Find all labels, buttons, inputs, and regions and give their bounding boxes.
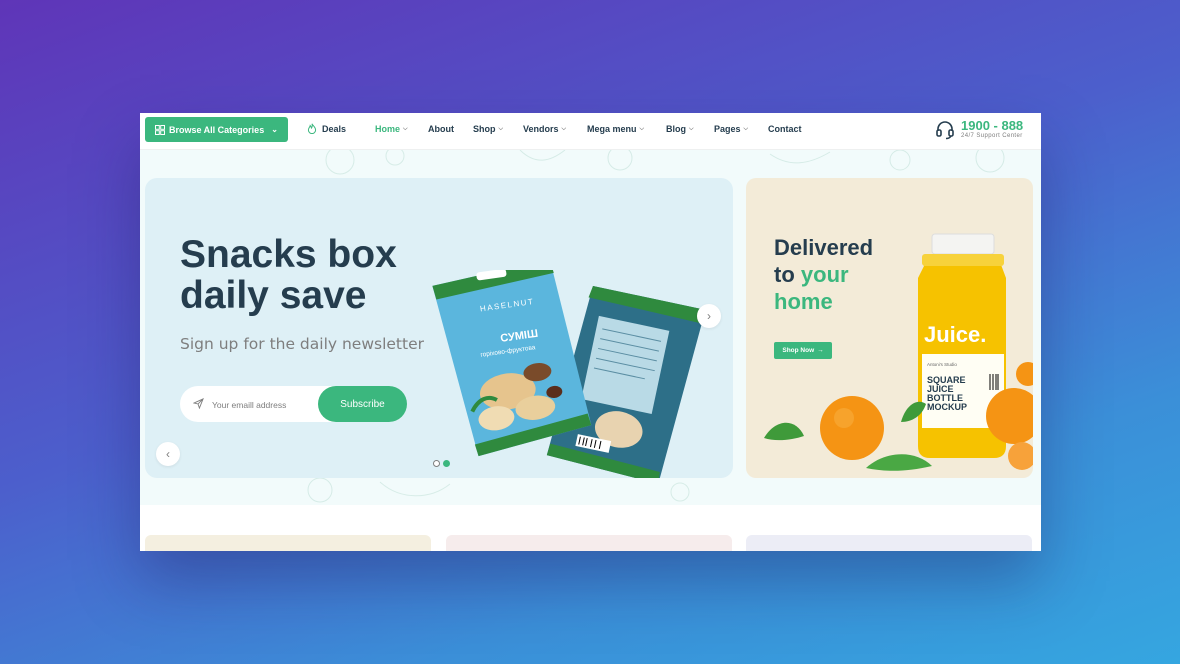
support-text: 1900 - 888 24/7 Support Center: [961, 119, 1023, 140]
nav-contact-label: Contact: [768, 124, 802, 134]
chevron-left-icon: ‹: [166, 447, 170, 461]
bottle-label-4: MOCKUP: [927, 402, 967, 412]
hero-subtitle: Sign up for the daily newsletter: [180, 335, 424, 353]
nav-blog-label: Blog: [666, 124, 686, 134]
email-field[interactable]: [210, 395, 324, 415]
chevron-right-icon: ›: [707, 309, 711, 323]
slider-pagination: [433, 460, 450, 467]
send-icon: [193, 398, 204, 409]
promo-banner: Delivered to your home Shop Now → Juice.…: [746, 178, 1033, 478]
nav-deals[interactable]: Deals: [307, 123, 346, 134]
nav-about[interactable]: About: [428, 124, 454, 134]
nav-pages[interactable]: Pages ⌵: [714, 124, 748, 134]
hero-slider: Snacks box daily save Sign up for the da…: [145, 178, 733, 478]
nav-home-label: Home: [375, 124, 401, 134]
category-card[interactable]: [446, 535, 732, 551]
support-center[interactable]: 1900 - 888 24/7 Support Center: [935, 119, 1023, 140]
chevron-down-icon: ⌵: [743, 125, 749, 132]
fire-icon: [307, 123, 317, 134]
nav-mega-menu-label: Mega menu: [587, 124, 637, 134]
bottle-brand-text: Juice.: [924, 322, 986, 347]
juice-bottle-image: Juice. Antoni's Studio SQUARE JUICE BOTT…: [764, 233, 1033, 471]
category-cards-row: [140, 505, 1041, 551]
nav-shop[interactable]: Shop ⌵: [473, 124, 503, 134]
chevron-down-icon: ⌵: [561, 125, 567, 132]
browse-categories-button[interactable]: Browse All Categories ⌄: [145, 117, 288, 142]
browse-label: Browse All Categories: [169, 124, 265, 135]
category-card[interactable]: [145, 535, 431, 551]
nav-shop-label: Shop: [473, 124, 496, 134]
hero-title: Snacks box daily save: [180, 234, 420, 316]
slider-dot-1[interactable]: [433, 460, 440, 467]
nav-contact[interactable]: Contact: [768, 124, 802, 134]
nav-vendors-label: Vendors: [523, 124, 559, 134]
chevron-down-icon: ⌄: [271, 125, 278, 134]
grid-icon: [155, 124, 165, 135]
browser-frame: Browse All Categories ⌄ Deals Home ⌵ Abou…: [140, 113, 1041, 551]
chevron-down-icon: ⌵: [639, 125, 645, 132]
hero-title-line2: daily save: [180, 274, 367, 317]
site-header: Browse All Categories ⌄ Deals Home ⌵ Abou…: [140, 113, 1041, 150]
nav-blog[interactable]: Blog ⌵: [666, 124, 694, 134]
nav-home[interactable]: Home ⌵: [375, 124, 408, 134]
nav-mega-menu[interactable]: Mega menu ⌵: [587, 124, 644, 134]
chevron-down-icon: ⌵: [498, 125, 504, 132]
category-card[interactable]: [746, 535, 1032, 551]
nav-pages-label: Pages: [714, 124, 741, 134]
deals-label: Deals: [322, 123, 347, 134]
subscribe-button[interactable]: Subscribe: [318, 386, 407, 422]
headset-icon: [936, 120, 954, 139]
nav-about-label: About: [428, 124, 454, 134]
chevron-down-icon: ⌵: [689, 125, 694, 132]
bottle-studio-text: Antoni's Studio: [927, 362, 957, 367]
hero-section: Snacks box daily save Sign up for the da…: [140, 150, 1041, 505]
slider-dot-2[interactable]: [443, 460, 450, 467]
hero-title-line1: Snacks box: [180, 233, 397, 276]
support-label: 24/7 Support Center: [961, 133, 1023, 139]
nav-vendors[interactable]: Vendors ⌵: [523, 124, 566, 134]
newsletter-form: Subscribe: [180, 386, 407, 422]
snack-bags-image: HASELNUT СУМІШ горіхово-фруктова: [432, 270, 706, 478]
slider-prev-button[interactable]: ‹: [156, 442, 180, 466]
chevron-down-icon: ⌵: [403, 125, 408, 132]
support-phone: 1900 - 888: [961, 118, 1024, 133]
slider-next-button[interactable]: ›: [697, 304, 721, 328]
